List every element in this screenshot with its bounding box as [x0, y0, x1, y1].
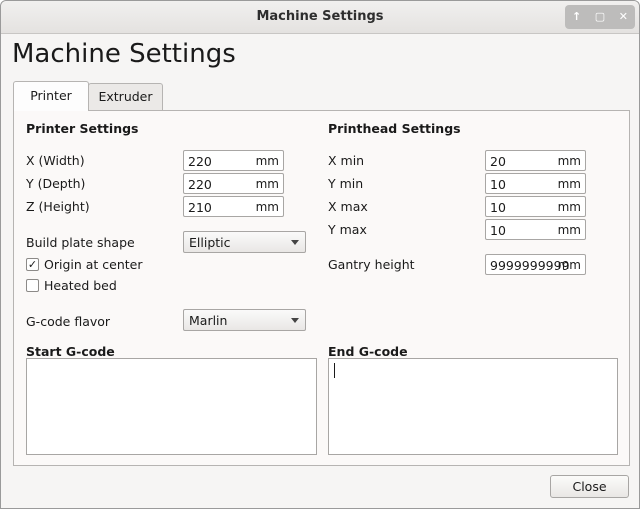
- start-gcode-editor[interactable]: [26, 358, 317, 455]
- page-title: Machine Settings: [12, 39, 236, 69]
- z-height-label: Z (Height): [26, 199, 90, 214]
- origin-center-checkbox[interactable]: ✓: [26, 258, 39, 271]
- y-min-unit: mm: [557, 177, 581, 191]
- z-height-unit: mm: [255, 200, 279, 214]
- x-width-label: X (Width): [26, 153, 85, 168]
- gantry-height-unit: mm: [557, 258, 581, 272]
- y-depth-value: 220: [188, 177, 212, 192]
- printhead-settings-heading: Printhead Settings: [328, 121, 461, 136]
- machine-settings-window: Machine Settings ↑ ▢ ✕ Machine Settings …: [0, 0, 640, 509]
- z-height-value: 210: [188, 200, 212, 215]
- end-gcode-editor[interactable]: [328, 358, 618, 455]
- title-bar[interactable]: Machine Settings ↑ ▢ ✕: [1, 1, 639, 34]
- x-max-field[interactable]: 10 mm: [485, 196, 586, 217]
- x-max-value: 10: [490, 200, 506, 215]
- chevron-down-icon: [291, 240, 299, 245]
- end-gcode-heading: End G-code: [328, 344, 408, 359]
- build-plate-label: Build plate shape: [26, 235, 135, 250]
- build-plate-select[interactable]: Elliptic: [183, 231, 306, 253]
- y-max-field[interactable]: 10 mm: [485, 219, 586, 240]
- text-cursor: [334, 363, 335, 378]
- y-min-value: 10: [490, 177, 506, 192]
- gcode-flavor-label: G-code flavor: [26, 314, 111, 329]
- gcode-flavor-value: Marlin: [189, 313, 228, 328]
- z-height-field[interactable]: 210 mm: [183, 196, 284, 217]
- x-max-unit: mm: [557, 200, 581, 214]
- y-depth-label: Y (Depth): [26, 176, 86, 191]
- gcode-flavor-select[interactable]: Marlin: [183, 309, 306, 331]
- build-plate-value: Elliptic: [189, 235, 231, 250]
- y-depth-field[interactable]: 220 mm: [183, 173, 284, 194]
- y-depth-unit: mm: [255, 177, 279, 191]
- printer-settings-heading: Printer Settings: [26, 121, 139, 136]
- x-width-field[interactable]: 220 mm: [183, 150, 284, 171]
- window-controls: ↑ ▢ ✕: [565, 5, 635, 29]
- tab-extruder[interactable]: Extruder: [88, 83, 163, 110]
- window-title: Machine Settings: [256, 9, 384, 24]
- heated-bed-label: Heated bed: [44, 278, 117, 293]
- y-min-field[interactable]: 10 mm: [485, 173, 586, 194]
- y-max-unit: mm: [557, 223, 581, 237]
- gantry-height-field[interactable]: 9999999999 mm: [485, 254, 586, 275]
- close-icon[interactable]: ✕: [615, 9, 631, 25]
- maximize-icon[interactable]: ▢: [592, 9, 608, 25]
- y-max-label: Y max: [328, 222, 367, 237]
- x-min-value: 20: [490, 154, 506, 169]
- gantry-height-label: Gantry height: [328, 257, 415, 272]
- x-width-value: 220: [188, 154, 212, 169]
- y-max-value: 10: [490, 223, 506, 238]
- x-min-field[interactable]: 20 mm: [485, 150, 586, 171]
- printer-tab-panel: Printer Settings X (Width) 220 mm Y (Dep…: [13, 110, 630, 466]
- x-min-label: X min: [328, 153, 365, 168]
- origin-center-label: Origin at center: [44, 257, 143, 272]
- x-min-unit: mm: [557, 154, 581, 168]
- tab-printer[interactable]: Printer: [13, 81, 89, 111]
- start-gcode-heading: Start G-code: [26, 344, 115, 359]
- y-min-label: Y min: [328, 176, 364, 191]
- chevron-down-icon: [291, 318, 299, 323]
- minimize-icon[interactable]: ↑: [569, 9, 585, 25]
- close-button[interactable]: Close: [550, 475, 629, 498]
- x-max-label: X max: [328, 199, 368, 214]
- heated-bed-checkbox[interactable]: [26, 279, 39, 292]
- x-width-unit: mm: [255, 154, 279, 168]
